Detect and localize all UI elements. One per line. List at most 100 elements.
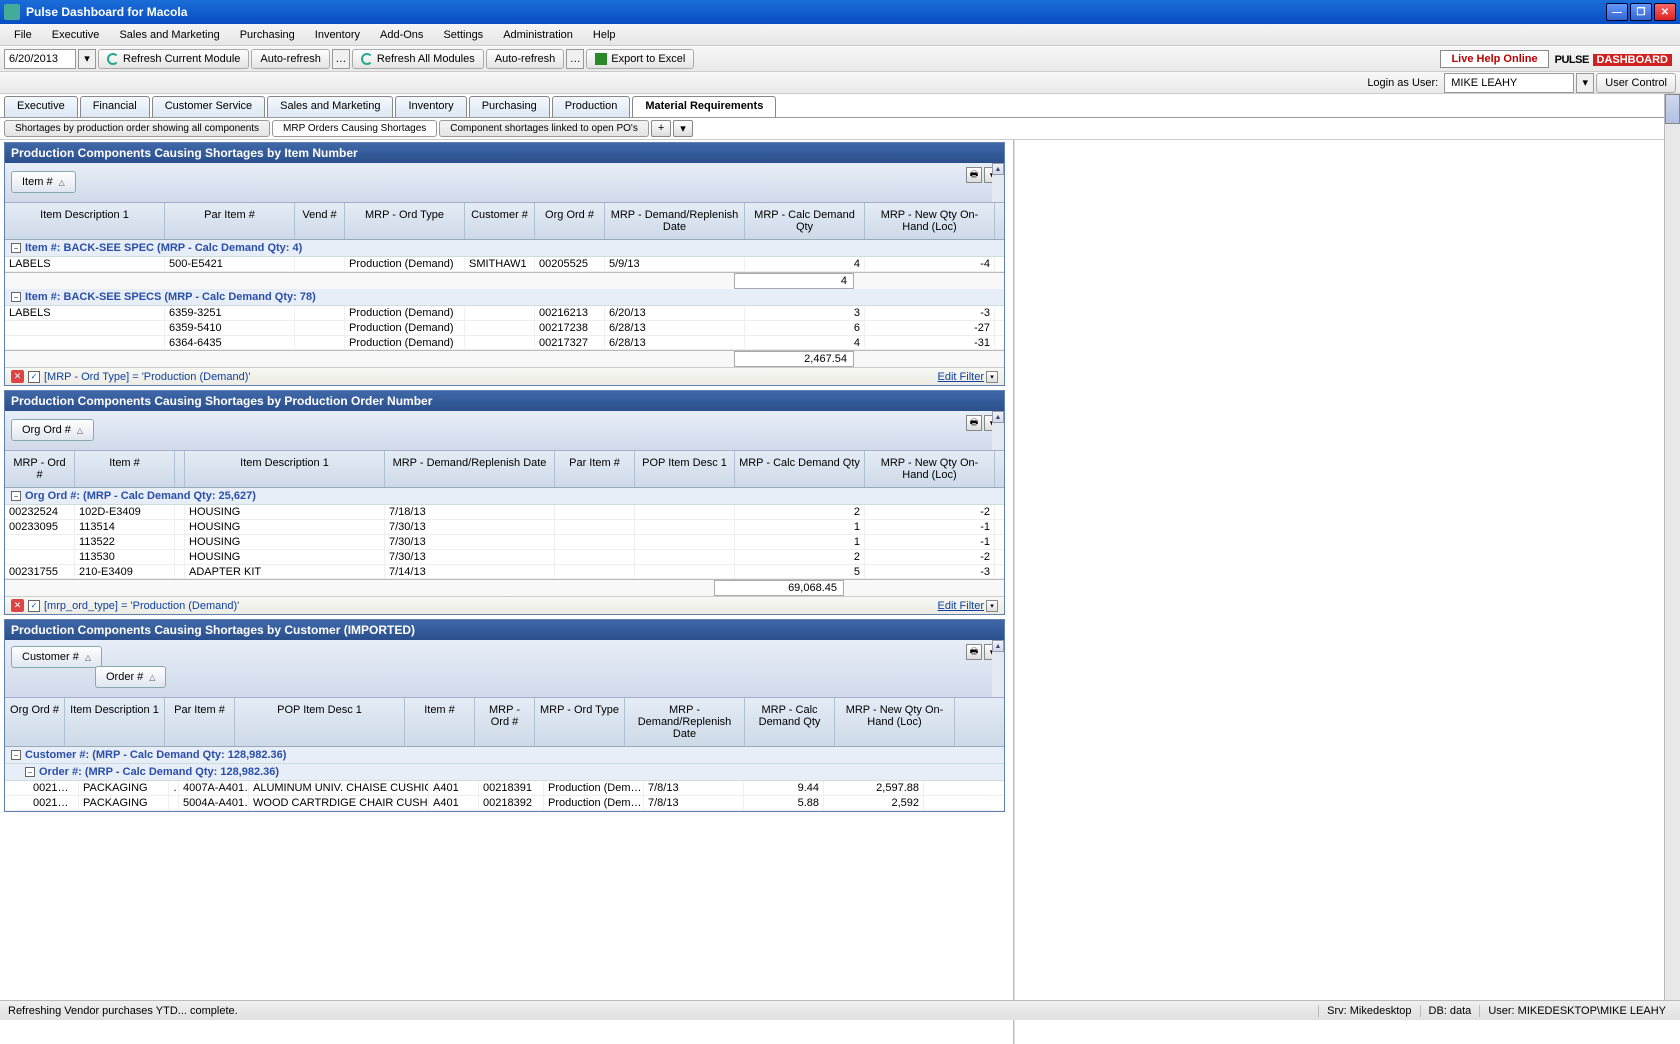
collapse-icon[interactable]: − <box>11 292 21 302</box>
tab-production[interactable]: Production <box>552 96 631 117</box>
column-header[interactable]: Vend # <box>295 203 345 239</box>
export-excel-button[interactable]: Export to Excel <box>586 49 694 69</box>
close-button[interactable]: ✕ <box>1654 3 1676 21</box>
table-row[interactable]: 6359-5410Production (Demand)002172386/28… <box>5 321 1004 336</box>
column-header[interactable]: MRP - Ord Type <box>535 698 625 746</box>
page-scrollbar[interactable] <box>1664 94 1680 1000</box>
table-row[interactable]: 00231755210-E3409ADAPTER KIT7/14/135-3 <box>5 565 1004 579</box>
tab-purchasing[interactable]: Purchasing <box>469 96 550 117</box>
column-header[interactable]: MRP - Calc Demand Qty <box>745 203 865 239</box>
group-row[interactable]: −Customer #: (MRP - Calc Demand Qty: 128… <box>5 747 1004 764</box>
tab-sales-marketing[interactable]: Sales and Marketing <box>267 96 393 117</box>
column-header[interactable]: MRP - New Qty On-Hand (Loc) <box>835 698 955 746</box>
user-dd[interactable]: ▾ <box>1576 73 1594 93</box>
menu-executive[interactable]: Executive <box>42 26 110 44</box>
column-header[interactable]: Item # <box>75 451 175 487</box>
refresh-all-button[interactable]: Refresh All Modules <box>352 49 484 69</box>
user-select[interactable] <box>1444 73 1574 93</box>
groupby-item[interactable]: Item #△ <box>11 171 76 193</box>
menu-admin[interactable]: Administration <box>493 26 583 44</box>
panel-print-icon[interactable]: 🖶 <box>966 644 982 660</box>
tab-customer-service[interactable]: Customer Service <box>152 96 265 117</box>
add-tab-button[interactable]: + <box>651 120 671 137</box>
column-header[interactable]: Org Ord # <box>535 203 605 239</box>
column-header[interactable]: POP Item Desc 1 <box>635 451 735 487</box>
table-row[interactable]: 6364-6435Production (Demand)002173276/28… <box>5 336 1004 350</box>
column-header[interactable]: Par Item # <box>165 203 295 239</box>
column-header[interactable]: MRP - Ord Type <box>345 203 465 239</box>
menu-purchasing[interactable]: Purchasing <box>230 26 305 44</box>
column-header[interactable]: MRP - Demand/Replenish Date <box>605 203 745 239</box>
menu-help[interactable]: Help <box>583 26 626 44</box>
column-header[interactable]: Item Description 1 <box>5 203 165 239</box>
column-header[interactable]: MRP - New Qty On-Hand (Loc) <box>865 203 995 239</box>
group-row[interactable]: −Order #: (MRP - Calc Demand Qty: 128,98… <box>5 764 1004 781</box>
user-control-button[interactable]: User Control <box>1596 73 1676 93</box>
column-header[interactable]: POP Item Desc 1 <box>235 698 405 746</box>
groupby-customer[interactable]: Customer #△ <box>11 646 102 668</box>
table-row[interactable]: 113530HOUSING7/30/132-2 <box>5 550 1004 565</box>
column-header[interactable]: MRP - Demand/Replenish Date <box>625 698 745 746</box>
subtab-mrp-orders[interactable]: MRP Orders Causing Shortages <box>272 120 437 137</box>
collapse-icon[interactable]: − <box>25 767 35 777</box>
subtab-shortages-all[interactable]: Shortages by production order showing al… <box>4 120 270 137</box>
filter-dd-icon[interactable]: ▾ <box>986 600 998 612</box>
edit-filter-link[interactable]: Edit Filter <box>938 371 984 383</box>
column-header[interactable]: Item Description 1 <box>65 698 165 746</box>
scroll-up-icon[interactable]: ▲ <box>992 411 1004 423</box>
table-row[interactable]: 113522HOUSING7/30/131-1 <box>5 535 1004 550</box>
group-row[interactable]: −Item #: BACK-SEE SPECS (MRP - Calc Dema… <box>5 289 1004 306</box>
date-field[interactable] <box>4 49 76 69</box>
column-header[interactable]: Par Item # <box>555 451 635 487</box>
menu-sales[interactable]: Sales and Marketing <box>109 26 229 44</box>
table-row[interactable]: 00232524102D-E3409HOUSING7/18/132-2 <box>5 505 1004 520</box>
menu-addons[interactable]: Add-Ons <box>370 26 433 44</box>
auto-refresh-1-dd[interactable]: … <box>332 49 350 69</box>
menu-inventory[interactable]: Inventory <box>305 26 370 44</box>
table-row[interactable]: LABELS6359-3251Production (Demand)002162… <box>5 306 1004 321</box>
menu-file[interactable]: File <box>4 26 42 44</box>
table-row[interactable]: 0021…PACKAGING5004A-A401…WOOD CARTRDIGE … <box>5 796 1004 811</box>
panel-print-icon[interactable]: 🖶 <box>966 167 982 183</box>
tab-executive[interactable]: Executive <box>4 96 78 117</box>
maximize-button[interactable]: ❐ <box>1630 3 1652 21</box>
column-header[interactable]: MRP - Ord # <box>5 451 75 487</box>
table-row[interactable]: 0021…PACKAGING…4007A-A401…ALUMINUM UNIV.… <box>5 781 1004 796</box>
column-header[interactable]: Par Item # <box>165 698 235 746</box>
collapse-icon[interactable]: − <box>11 491 21 501</box>
column-header[interactable]: MRP - Calc Demand Qty <box>735 451 865 487</box>
filter-clear-icon[interactable]: ✕ <box>11 370 24 383</box>
group-row[interactable]: −Item #: BACK-SEE SPEC (MRP - Calc Deman… <box>5 240 1004 257</box>
tab-material-requirements[interactable]: Material Requirements <box>632 96 776 117</box>
live-help-button[interactable]: Live Help Online <box>1440 50 1548 68</box>
auto-refresh-1[interactable]: Auto-refresh <box>251 49 330 69</box>
tab-inventory[interactable]: Inventory <box>395 96 466 117</box>
tab-menu-button[interactable]: ▾ <box>673 120 693 137</box>
subtab-component-shortages[interactable]: Component shortages linked to open PO's <box>439 120 649 137</box>
group-row[interactable]: −Org Ord #: (MRP - Calc Demand Qty: 25,6… <box>5 488 1004 505</box>
table-row[interactable]: LABELS500-E5421Production (Demand)SMITHA… <box>5 257 1004 272</box>
collapse-icon[interactable]: − <box>11 750 21 760</box>
edit-filter-link[interactable]: Edit Filter <box>938 600 984 612</box>
date-dropdown[interactable]: ▾ <box>78 49 96 69</box>
filter-checkbox[interactable]: ✓ <box>28 371 40 383</box>
filter-dd-icon[interactable]: ▾ <box>986 371 998 383</box>
column-header[interactable]: Item Description 1 <box>185 451 385 487</box>
minimize-button[interactable]: — <box>1606 3 1628 21</box>
filter-clear-icon[interactable]: ✕ <box>11 599 24 612</box>
scroll-up-icon[interactable]: ▲ <box>992 163 1004 175</box>
column-header[interactable] <box>175 451 185 487</box>
column-header[interactable]: MRP - Calc Demand Qty <box>745 698 835 746</box>
menu-settings[interactable]: Settings <box>433 26 493 44</box>
column-header[interactable]: Customer # <box>465 203 535 239</box>
column-header[interactable]: MRP - Ord # <box>475 698 535 746</box>
column-header[interactable]: MRP - Demand/Replenish Date <box>385 451 555 487</box>
auto-refresh-2-dd[interactable]: … <box>566 49 584 69</box>
scroll-up-icon[interactable]: ▲ <box>992 640 1004 652</box>
groupby-order[interactable]: Order #△ <box>95 666 166 688</box>
auto-refresh-2[interactable]: Auto-refresh <box>486 49 565 69</box>
refresh-current-button[interactable]: Refresh Current Module <box>98 49 249 69</box>
column-header[interactable]: Item # <box>405 698 475 746</box>
column-header[interactable]: MRP - New Qty On-Hand (Loc) <box>865 451 995 487</box>
column-header[interactable]: Org Ord # <box>5 698 65 746</box>
